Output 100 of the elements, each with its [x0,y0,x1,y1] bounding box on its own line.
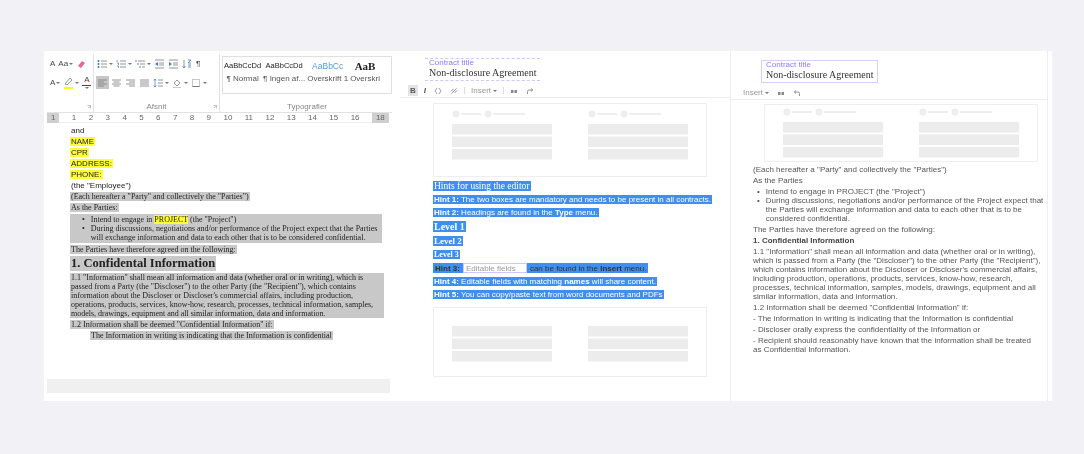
highlighter-icon [63,76,75,87]
font-color-glyph: A [84,76,90,84]
document-text: and [70,126,86,135]
ruler[interactable]: 1 1 2 3 4 5 6 7 8 9 10 11 12 13 14 15 16 18 [47,113,389,123]
ruler-number: 10 [223,113,233,122]
caret-icon [765,91,769,94]
title-field[interactable]: Contract title Non-disclosure Agreement [425,58,541,81]
format-button[interactable]: A [49,57,57,70]
multilevel-list-button[interactable] [134,57,152,70]
sort-button[interactable] [181,57,194,70]
paragraph-text: 1.1 "Information" shall mean all information and data (whether oral or in writing), which is passed from a Party (the "Discloser") to the other Party (the "Recipient"), which contains information about the Discloser or Discloser's commercial affairs, including production, operations, products, services, know-how, research, processes, technical information, samples, models, drawings, equipment and all similar information, data and information. [753,247,1042,301]
fill-in-field[interactable]: CPR [70,148,89,157]
hint-text: Hint 2: Headings are found in the Type menu. [433,208,599,217]
document-title: Non-disclosure Agreement [429,67,537,79]
decrease-indent-icon [154,58,165,69]
dialog-launcher-icon[interactable] [213,105,217,109]
align-left-icon [97,77,108,88]
hint-text: Hint 5: You can copy/paste text from word documents and PDFs [433,290,664,299]
line-spacing-button[interactable] [152,76,170,89]
caret-icon [493,89,498,92]
paragraph-text: - The information in writing is indicating that the Information is confidential [753,314,1013,323]
bold-button[interactable]: B [408,85,418,96]
align-right-button[interactable] [124,76,137,89]
list-item: During discussions, negotiations and/or performance of the Project expect that the Parties will exchange information and data to each other that is to be considered confidential. [90,224,379,242]
redo-icon [526,86,535,95]
dialog-launcher-icon[interactable] [87,105,91,109]
undo-icon [793,88,801,97]
hints-heading: Hints for using the editor [433,181,531,191]
format-button[interactable]: Aa [57,57,75,70]
field-label: Contract title [766,61,812,69]
decrease-indent-button[interactable] [153,57,166,70]
ruler-number: 16 [350,113,360,122]
increase-indent-button[interactable] [167,57,180,70]
format-button[interactable]: A [49,76,62,89]
bullet: • [82,224,85,235]
list-item: During discussions, negotiations and/or performance of the Project expect that the Parties will exchange information and data to each other that is to be considered confidential. [765,196,1045,223]
paragraph-text: - Discloser orally express the confidentiality of the Information or [753,325,981,334]
justify-icon [139,77,150,88]
bullet: • [757,196,760,207]
numbered-list-icon [116,58,127,69]
bulleted-list-button[interactable] [96,57,114,70]
code-button[interactable] [432,85,444,96]
paragraph-text: The Parties have therefore agreed on the following: [753,225,935,234]
ruler-number: 13 [286,113,296,122]
line-spacing-icon [153,77,164,88]
link-button[interactable] [448,85,460,96]
heading-text: Level 2 [433,236,463,246]
align-right-icon [125,77,136,88]
bullet: • [757,187,760,196]
style-name[interactable]: ¶ Normal [226,74,259,83]
link-icon [450,86,458,95]
document-title: Non-disclosure Agreement [766,69,874,81]
justify-button[interactable] [138,76,151,89]
style-name[interactable]: Overskrift 1 [307,74,349,83]
ruler-number: 1 [71,113,77,122]
align-center-button[interactable] [110,76,123,89]
style-name[interactable]: Overskri [350,74,380,83]
list-item: Intend to engage in PROJECT (the "Project") [765,187,926,196]
title-field[interactable]: Contract title Non-disclosure Agreement [761,60,879,83]
fill-in-field[interactable]: PHONE: [70,170,103,179]
paragraph-text: As the Parties [753,176,803,185]
increase-indent-icon [168,58,179,69]
italic-button[interactable]: I [421,85,428,96]
multilevel-list-icon [135,58,146,69]
style-preview[interactable]: AaB [354,60,376,72]
paragraph-text: (Each hereafter a "Party" and collectively the "Parties") [753,165,947,174]
paragraph-text: 1.2 Information shall be deemed "Confidential Information" if: [753,303,969,312]
format-button[interactable]: A [81,75,93,90]
ruler-number: 11 [244,113,254,122]
group-label: Afsnit [146,102,167,111]
ruler-number: 6 [156,113,161,122]
numbered-list-button[interactable] [115,57,133,70]
hint-text: Hint 1: The two boxes are mandatory and needs to be present in all contracts. [433,195,712,204]
editable-field[interactable]: Editable fields [462,263,527,273]
undo-button[interactable] [791,87,803,98]
format-button[interactable]: ¶ [195,57,202,70]
bullet: • [82,215,85,224]
eraser-icon [76,58,88,69]
ruler-number: 14 [308,113,317,122]
document-paragraph: The Information in writing is indicating that the Information is confidential [90,331,333,340]
border-button[interactable] [190,76,208,89]
fill-in-field[interactable]: ADDRESS: [70,159,113,168]
group-label: Typografier [287,102,327,111]
ruler-number: 5 [139,113,144,122]
fill-in-field[interactable]: NAME [70,137,96,146]
document-paragraph: As the Parties: [70,203,119,212]
ruler-number: 7 [172,113,178,122]
style-name[interactable]: ¶ Ingen af... [263,74,306,83]
ruler-number: 2 [88,113,94,122]
document-paragraph: 1.1 "Information" shall mean all information and data (whether oral or in writing), which is passed from a Party (the "Discloser") to the other Party (the "Recipient"), which contains information about the Discloser or Discloser's commercial affairs, including production, operations, products, services, know-how, research, processes, technical information, samples, models, drawings, equipment and all similar information, data and information. [70,273,384,318]
document-heading: 1. Confidental Information [70,256,217,271]
heading-text: Level 1 [433,221,466,232]
ruler-number: 15 [329,113,339,122]
ruler-number: 3 [105,113,110,122]
document-paragraph: (Each hereafter a "Party" and collectively the "Parties") [70,192,250,201]
align-center-icon [111,77,122,88]
ruler-number: 4 [122,113,127,122]
highlighter-button[interactable] [62,76,81,89]
sort-icon [182,58,193,69]
hint-text: Hint 4: Editable fields with matching names will share content. [433,277,657,286]
